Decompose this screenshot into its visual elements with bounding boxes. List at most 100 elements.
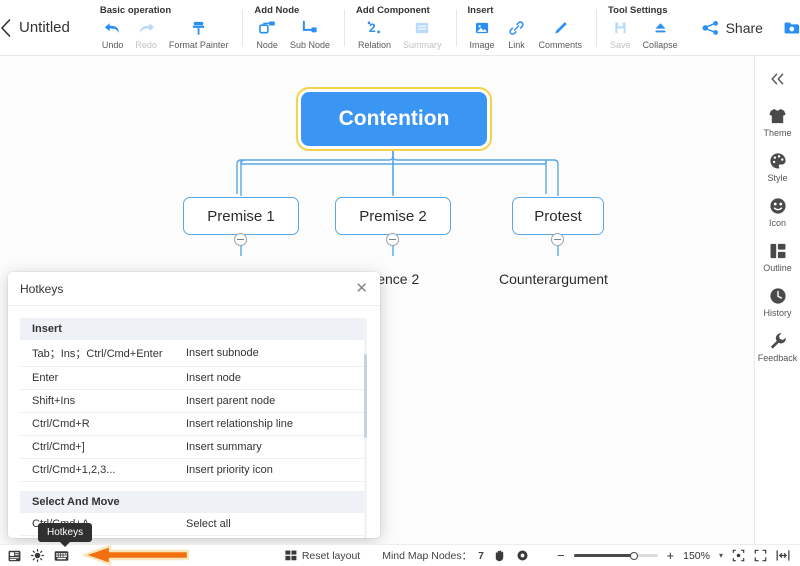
fullscreen-icon[interactable] [754,549,767,562]
hotkeys-dialog[interactable]: Hotkeys ✕ Insert Tab；Ins；Ctrl/Cmd+Enter … [8,272,380,538]
node-label: Premise 2 [359,207,427,225]
share-button[interactable]: Share [692,20,773,36]
wrench-icon [769,330,787,351]
sidebar-item-icon[interactable]: Icon [755,195,800,228]
hotkey-keys: Tab；Ins；Ctrl/Cmd+Enter [20,340,186,367]
close-x-icon[interactable]: ✕ [355,281,368,296]
document-title[interactable]: Untitled [11,0,70,56]
undo-label: Undo [101,40,124,50]
section-label: Select And Move [20,490,364,513]
node-label: Protest [534,207,582,225]
table-row: Ctrl/Cmd+1,2,3... Insert priority icon [20,458,364,482]
redo-button[interactable]: Redo [129,18,163,50]
summary-icon [414,18,430,38]
redo-arrow-icon [137,18,156,38]
status-bar-center: Reset layout Mind Map Nodes： 7 [285,548,529,563]
share-nodes-icon [702,21,718,35]
export-button[interactable]: Export [773,20,800,36]
insert-image-button[interactable]: Image [464,18,501,50]
collapse-button[interactable]: Collapse [637,18,684,50]
dialog-body[interactable]: Insert Tab；Ins；Ctrl/Cmd+Enter Insert sub… [8,306,380,538]
sidebar-label: Theme [763,128,792,138]
palette-icon [769,150,787,171]
smiley-face-icon [769,195,787,216]
sidebar-item-outline[interactable]: Outline [755,240,800,273]
top-toolbar: Untitled Basic operation Undo Redo Forma… [0,0,800,56]
sidebar-label: Icon [768,218,786,228]
summary-label: Summary [403,40,442,50]
zoom-slider-fill [573,554,634,557]
hotkeys-section-header-select-and-move: Select And Move [20,490,364,513]
zoom-in-button[interactable]: + [667,549,675,562]
sidebar-collapse-button[interactable] [769,66,786,105]
eye-focus-icon[interactable] [516,549,529,562]
mindmap-node-protest[interactable]: Protest [512,197,604,235]
collapse-toggle-premise-1[interactable] [234,233,247,246]
add-sub-node-button[interactable]: Sub Node [284,18,336,50]
toolbar-right-actions: Share Export [692,0,800,56]
zoom-slider-track[interactable] [573,551,658,560]
collapse-toggle-premise-2[interactable] [386,233,399,246]
hotkey-desc: Insert relationship line [186,412,364,436]
hotkey-desc: Select all [186,512,364,536]
hotkey-desc: Insert parent node [186,389,364,413]
zoom-slider[interactable] [573,551,658,560]
comment-pencil-icon [552,18,569,38]
collapse-toggle-protest[interactable] [551,233,564,246]
save-disk-icon [613,18,628,38]
undo-arrow-icon [103,18,122,38]
zoom-slider-knob[interactable] [630,551,638,560]
status-bar-left [0,549,69,562]
mindmap-node-premise-1[interactable]: Premise 1 [183,197,299,235]
sidebar-label: History [763,308,792,318]
sub-node-label: Sub Node [289,40,330,50]
undo-button[interactable]: Undo [96,18,130,50]
table-spacer [20,481,364,491]
add-summary-button[interactable]: Summary [397,18,448,50]
sidebar-label: Style [767,173,788,183]
sidebar-item-feedback[interactable]: Feedback [755,330,800,363]
reset-layout-icon [285,550,297,561]
zoom-out-button[interactable]: − [557,549,565,562]
sidebar-label: Feedback [757,353,798,363]
hotkeys-tooltip: Hotkeys [38,523,93,542]
sidebar-item-theme[interactable]: Theme [755,105,800,138]
toolbar-group-tool-settings: Tool Settings Save Collapse [596,0,692,56]
center-view-icon[interactable] [732,549,745,562]
reset-layout-label: Reset layout [301,549,361,562]
insert-link-button[interactable]: Link [501,18,533,50]
brightness-sun-icon[interactable] [31,549,44,562]
zoom-level-value[interactable]: 150% [683,550,710,562]
insert-comments-button[interactable]: Comments [533,18,589,50]
zoom-dropdown-caret-icon[interactable]: ▾ [719,551,723,560]
hotkey-keys: Enter [20,366,186,390]
sidebar-item-style[interactable]: Style [755,150,800,183]
add-relation-button[interactable]: 2 Relation [352,18,397,50]
keyboard-hotkeys-icon[interactable] [54,550,69,562]
reset-layout-button[interactable]: Reset layout [285,550,360,562]
image-label: Image [469,40,495,50]
toolbar-groups: Basic operation Undo Redo Format Painter… [88,0,692,56]
notes-panel-icon[interactable] [8,550,21,562]
double-chevron-left-icon [771,73,784,85]
image-icon [474,18,490,38]
node-icon [258,18,276,38]
sidebar-item-history[interactable]: History [755,285,800,318]
hotkeys-section-header-insert: Insert [20,318,364,340]
mindmap-root-node[interactable]: Contention [301,92,487,146]
link-icon [508,18,525,38]
clock-icon [769,285,787,306]
table-row: Ctrl/Cmd+] Insert summary [20,435,364,459]
fit-width-icon[interactable] [776,549,790,562]
format-painter-button[interactable]: Format Painter [163,18,235,50]
mindmap-node-premise-2[interactable]: Premise 2 [335,197,451,235]
sub-node-icon [301,18,318,38]
save-button[interactable]: Save [604,18,637,50]
mindmap-leaf-counterargument[interactable]: Counterargument [499,271,608,287]
back-button[interactable] [0,0,11,56]
hand-pan-icon[interactable] [493,549,506,562]
dialog-scrollbar-thumb[interactable] [364,354,367,438]
hotkey-keys: Shift+Ins [20,389,186,413]
toolbar-group-insert: Insert Image Link Comments [455,0,597,56]
add-node-button[interactable]: Node [250,18,284,50]
